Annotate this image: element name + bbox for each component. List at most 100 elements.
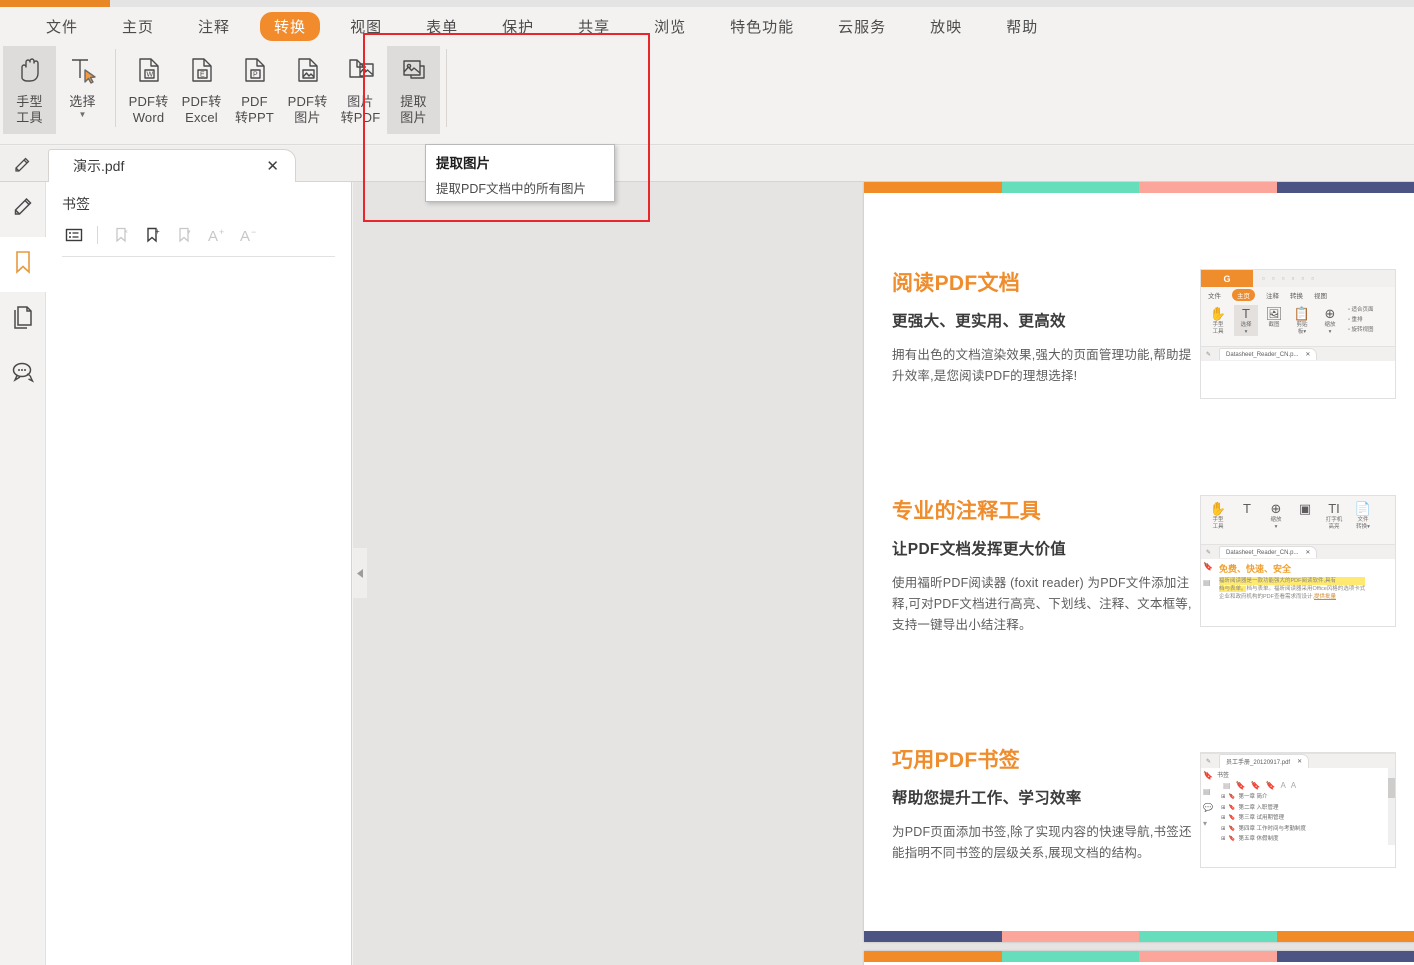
mini-tab: Datasheet_Reader_CN.p... ✕ [1219,546,1318,558]
pdf-to-excel-icon: E [184,46,220,94]
rail-bookmark[interactable] [0,237,46,292]
comment-icon: 💬 [1203,803,1213,812]
expand-icon: ⊞ [1220,794,1226,800]
menu-form[interactable]: 表单 [412,12,472,41]
bookmarks-panel-title: 书签 [62,196,90,212]
pencil-icon[interactable] [8,152,36,178]
tooltip-title: 提取图片 [436,156,490,171]
expand-bookmark-button[interactable]: ▾ [171,222,199,248]
mini-menu-item: 视图 [1314,292,1327,300]
colorbar-segment-1 [1001,931,1139,942]
menu-view[interactable]: 视图 [336,12,396,41]
increase-text-button[interactable]: A + [203,222,231,248]
ribbon-label-2: 转PPT [234,110,275,125]
section-paragraph: 拥有出色的文档渲染效果,强大的页面管理功能,帮助提升效率,是您阅读PDF的理想选… [892,348,1192,383]
mini-tabrow: ✎ 员工手册_20120917.pdf ✕ [1201,753,1395,768]
mini-bookmark-tools: ▤ 🔖 🔖 🔖 A A [1217,779,1388,792]
menu-browse[interactable]: 浏览 [640,12,700,41]
mini-tool-label: 剪贴 [1296,322,1308,328]
ribbon-pdf-to-ppt-button[interactable]: P PDF 转PPT [228,46,281,134]
menu-protect[interactable]: 保护 [488,12,548,41]
mini-option: ▫ 适合页面 [1348,307,1374,313]
font-increase-icon: A [1280,781,1286,790]
bookmark-options-button[interactable] [60,222,88,248]
mini-rail: 🔖 ▤ [1201,559,1215,601]
mini-tool-label: 缩放 [1324,322,1336,328]
ribbon-pdf-to-word-button[interactable]: W PDF转 Word [122,46,175,134]
menu-share[interactable]: 共享 [564,12,624,41]
menu-present[interactable]: 放映 [916,12,976,41]
svg-text:A: A [208,228,218,244]
export-icon: ▫ [1291,274,1295,283]
ribbon-label: 图片 [347,94,374,109]
section-paragraph: 为PDF页面添加书签,除了实现内容的快速导航,书签还能指明不同书签的层级关系,展… [892,825,1192,860]
mini-tool-icon: 📋 [1293,306,1311,321]
ribbon-label-2: 转PDF [340,110,381,125]
bookmark-icon: 🔖 [1228,815,1236,821]
menu-help[interactable]: 帮助 [992,12,1052,41]
ribbon-toolbar: 手型 工具 选择 ▼ W PDF转 Word E PDF转 Excel P PDF 转PPT PDF转 图片… [0,45,1414,145]
ribbon-label-2: Excel [185,110,218,125]
document-tab[interactable]: 演示.pdf ✕ [48,149,296,182]
mini-option: ▫ 旋转视图 [1348,327,1374,333]
svg-text:W: W [146,72,153,79]
panel-collapse-handle[interactable] [353,548,367,598]
mini-tab: 员工手册_20120917.pdf ✕ [1219,754,1310,768]
delete-bookmark-button[interactable]: × [107,222,135,248]
chevron-down-icon[interactable]: ▼ [79,111,87,119]
mini-tree-label: 第四章 工作时间与考勤制度 [1238,825,1306,832]
close-icon[interactable]: ✕ [266,159,279,174]
decrease-text-button[interactable]: A − [235,222,263,248]
add-bookmark-button[interactable]: + [139,222,167,248]
pdf-page-content: 阅读PDF文档 更强大、更实用、更高效 拥有出色的文档渲染效果,强大的页面管理功能,… [864,193,1414,868]
chevron-down-icon: ▾ [1203,819,1208,828]
mini-tabrow: ✎ Datasheet_Reader_CN.p... ✕ [1201,544,1395,559]
ribbon-image-to-pdf-button[interactable]: 图片 转PDF [334,46,387,134]
mini-tool: ▣ [1293,500,1317,517]
mini-body: 🔖 ▤ 💬 ▾ 书签 ▤ 🔖 🔖 🔖 A A ⊞ 🔖 第一章 简介 ⊞ 🔖 第二章 入职管理 ⊞ 🔖 第三章 试用期管… [1201,768,1395,845]
toolbar-divider [97,226,98,244]
mini-tool-label2: 转换▾ [1356,524,1370,530]
reader-home-ribbon-screenshot: G ▫ ▫ ▫ ▫ ▫ ▫ 文件 主页 注释 转换 视图 ✋ 手型 工具 T 选择 ▾ 🖼 截图 📋 剪贴 板▾ ⊕ 缩放 ▾ ▫ … [1201,270,1395,361]
ribbon-pdf-to-excel-button[interactable]: E PDF转 Excel [175,46,228,134]
comment-icon [10,360,36,389]
save-icon: ▫ [1271,274,1275,283]
rail-edit[interactable] [0,182,46,237]
mini-doc-line1: 福昕阅读器是一款功能强大的PDF阅读软件,具有 [1218,577,1366,585]
colorbar-segment-1 [1001,951,1139,962]
mini-doc: 免费、快速、安全 福昕阅读器是一款功能强大的PDF阅读软件,具有 档与表单。档与表单… [1215,559,1369,601]
pencil-icon: ✎ [1206,758,1212,765]
pdf-viewer-canvas[interactable]: 阅读PDF文档 更强大、更实用、更高效 拥有出色的文档渲染效果,强大的页面管理功能,… [353,182,1414,965]
tooltip-description: 提取PDF文档中的所有图片 [436,182,587,196]
menu-cloud[interactable]: 云服务 [824,12,900,41]
mini-tool-icon: T [1243,501,1251,516]
ribbon-extract-image-button[interactable]: 提取 图片 [387,46,440,134]
mini-tool-icon: TI [1328,501,1340,516]
menu-convert[interactable]: 转换 [260,11,321,41]
mini-tree-label: 第五章 休假制度 [1238,836,1279,842]
ribbon-label: PDF [241,94,268,109]
menu-features[interactable]: 特色功能 [716,12,808,41]
ribbon-pdf-to-image-button[interactable]: PDF转 图片 [281,46,334,134]
menu-comment[interactable]: 注释 [184,12,244,41]
svg-text:A: A [240,228,250,244]
mini-tool-label: 缩放 [1270,517,1282,523]
mini-tool-label: 截图 [1268,322,1280,328]
expand-icon: ⊞ [1220,836,1226,842]
ribbon-select-text-button[interactable]: 选择 ▼ [56,46,109,134]
ribbon-label: 手型 [16,94,43,109]
rail-pages[interactable] [0,292,46,347]
mini-panel-title: 书签 [1216,773,1229,779]
bookmark-add-icon: 🔖 [1250,781,1261,790]
bookmark-icon: 🔖 [1203,562,1213,571]
menu-home[interactable]: 主页 [108,12,168,41]
ribbon-label: PDF转 [181,94,222,109]
ribbon-hand-button[interactable]: 手型 工具 [3,46,56,134]
pencil-icon [11,195,35,224]
rail-comments[interactable] [0,347,46,402]
pages-icon [11,304,35,335]
svg-text:P: P [253,72,258,79]
menu-file[interactable]: 文件 [32,12,92,41]
extract-image-icon [396,46,432,94]
ribbon-label-2: Word [132,110,165,125]
